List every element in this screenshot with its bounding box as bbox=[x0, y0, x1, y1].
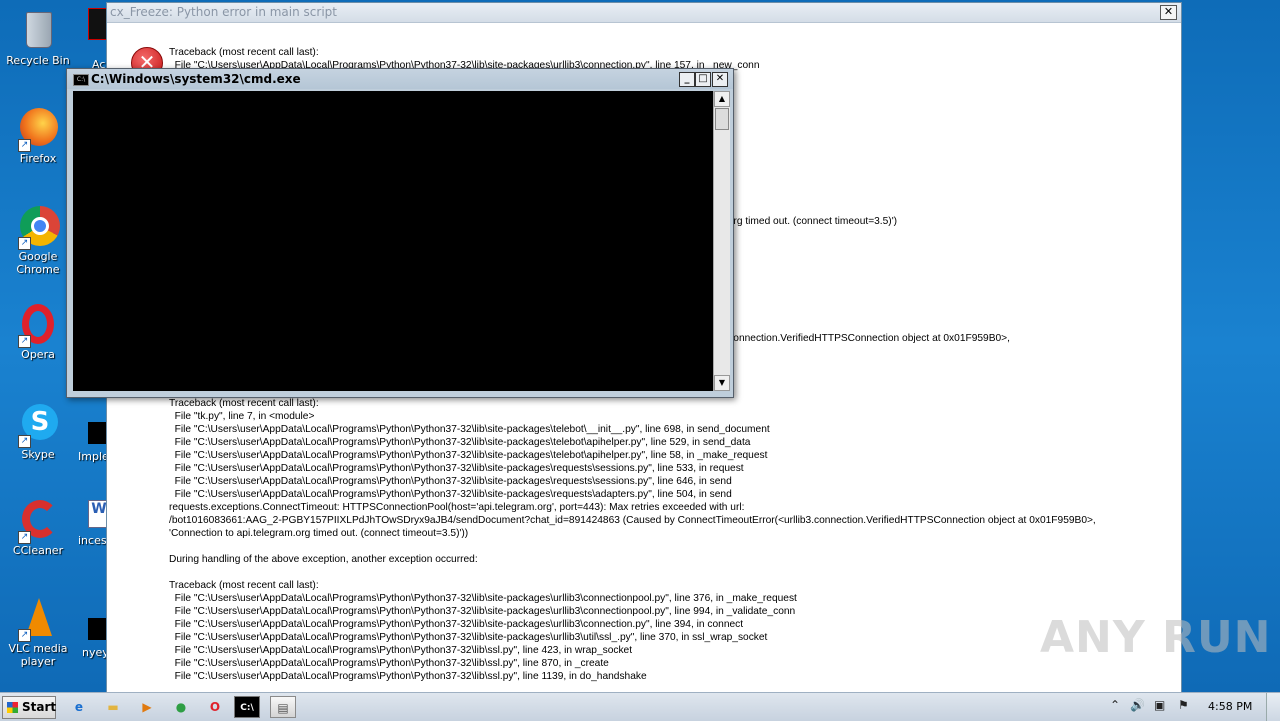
cmd-close-button[interactable]: ✕ bbox=[712, 72, 728, 87]
icon-label: Firefox bbox=[19, 152, 57, 165]
icon-label: CCleaner bbox=[12, 544, 64, 557]
cmd-minimize-button[interactable]: _ bbox=[679, 72, 695, 87]
file-icon bbox=[88, 618, 106, 640]
skype-icon: S ↗ bbox=[16, 402, 60, 448]
opera-icon: ↗ bbox=[16, 302, 60, 348]
desktop-icon-partial-1[interactable]: Ac bbox=[88, 8, 108, 71]
icon-label: nyey bbox=[82, 646, 109, 659]
taskbar: Start e ▬ ▶ ● O C:\ ▤ ⌃ 🔊 ▣ ⚑ 4:58 PM bbox=[0, 692, 1280, 721]
icon-label: Google Chrome bbox=[16, 250, 60, 276]
chrome-icon: ↗ bbox=[16, 204, 60, 250]
cmd-title: C:\Windows\system32\cmd.exe bbox=[91, 72, 301, 86]
desktop-icon-partial-4[interactable]: nyey bbox=[82, 618, 109, 659]
scroll-up-button[interactable]: ▲ bbox=[714, 91, 730, 107]
taskbar-internet-explorer-icon[interactable]: e bbox=[66, 696, 92, 718]
desktop-icon-recycle-bin[interactable]: Recycle Bin bbox=[0, 8, 76, 67]
start-button[interactable]: Start bbox=[2, 696, 56, 719]
taskbar-chrome-icon[interactable]: ● bbox=[168, 696, 194, 718]
cmd-console-area[interactable] bbox=[73, 91, 713, 391]
taskbar-media-player-icon[interactable]: ▶ bbox=[134, 696, 160, 718]
cmd-scrollbar[interactable]: ▲ ▼ bbox=[713, 91, 730, 391]
taskbar-cmd-icon[interactable]: C:\ bbox=[234, 696, 260, 718]
taskbar-opera-icon[interactable]: O bbox=[202, 696, 228, 718]
firefox-icon: ↗ bbox=[16, 106, 60, 152]
desktop-icon-vlc[interactable]: ↗ VLC media player bbox=[0, 596, 76, 668]
vlc-icon: ↗ bbox=[16, 596, 60, 642]
tray-overflow-chevron[interactable]: ⌃ bbox=[1110, 698, 1120, 712]
action-center-flag-icon[interactable]: ⚑ bbox=[1178, 698, 1189, 712]
scroll-thumb[interactable] bbox=[715, 108, 729, 130]
error-dialog-title: cx_Freeze: Python error in main script bbox=[110, 5, 337, 19]
network-icon[interactable]: ▣ bbox=[1154, 698, 1165, 712]
scroll-down-button[interactable]: ▼ bbox=[714, 375, 730, 391]
file-icon bbox=[88, 422, 106, 444]
cmd-icon: C:\ bbox=[73, 74, 89, 86]
anyrun-watermark: ANY RUN bbox=[1040, 612, 1272, 663]
cmd-window[interactable]: C:\ C:\Windows\system32\cmd.exe _ □ ✕ ▲ … bbox=[66, 68, 734, 398]
file-icon bbox=[88, 8, 108, 40]
desktop-icon-skype[interactable]: S ↗ Skype bbox=[0, 402, 76, 461]
windows-logo-icon bbox=[7, 702, 18, 713]
desktop-icon-firefox[interactable]: ↗ Firefox bbox=[0, 106, 76, 165]
cmd-maximize-button[interactable]: □ bbox=[695, 72, 711, 87]
desktop-icon-opera[interactable]: ↗ Opera bbox=[0, 302, 76, 361]
icon-label: Recycle Bin bbox=[6, 54, 70, 67]
show-desktop-button[interactable] bbox=[1266, 693, 1280, 721]
error-dialog-close-button[interactable]: ✕ bbox=[1160, 5, 1177, 20]
start-label: Start bbox=[22, 700, 57, 714]
desktop-icon-ccleaner[interactable]: ↗ CCleaner bbox=[0, 498, 76, 557]
icon-label: Opera bbox=[21, 348, 55, 361]
icon-label: VLC media player bbox=[8, 642, 68, 668]
error-dialog-titlebar[interactable]: cx_Freeze: Python error in main script ✕ bbox=[107, 3, 1181, 23]
recycle-bin-icon bbox=[16, 8, 60, 52]
ccleaner-icon: ↗ bbox=[16, 498, 60, 544]
icon-label: Skype bbox=[21, 448, 55, 461]
cmd-titlebar[interactable]: C:\ C:\Windows\system32\cmd.exe _ □ ✕ bbox=[67, 69, 733, 89]
taskbar-explorer-folder-icon[interactable]: ▬ bbox=[100, 696, 126, 718]
taskbar-error-dialog-icon[interactable]: ▤ bbox=[270, 696, 296, 718]
desktop-icon-chrome[interactable]: ↗ Google Chrome bbox=[0, 204, 76, 276]
taskbar-clock[interactable]: 4:58 PM bbox=[1208, 700, 1252, 713]
volume-icon[interactable]: 🔊 bbox=[1130, 698, 1145, 712]
